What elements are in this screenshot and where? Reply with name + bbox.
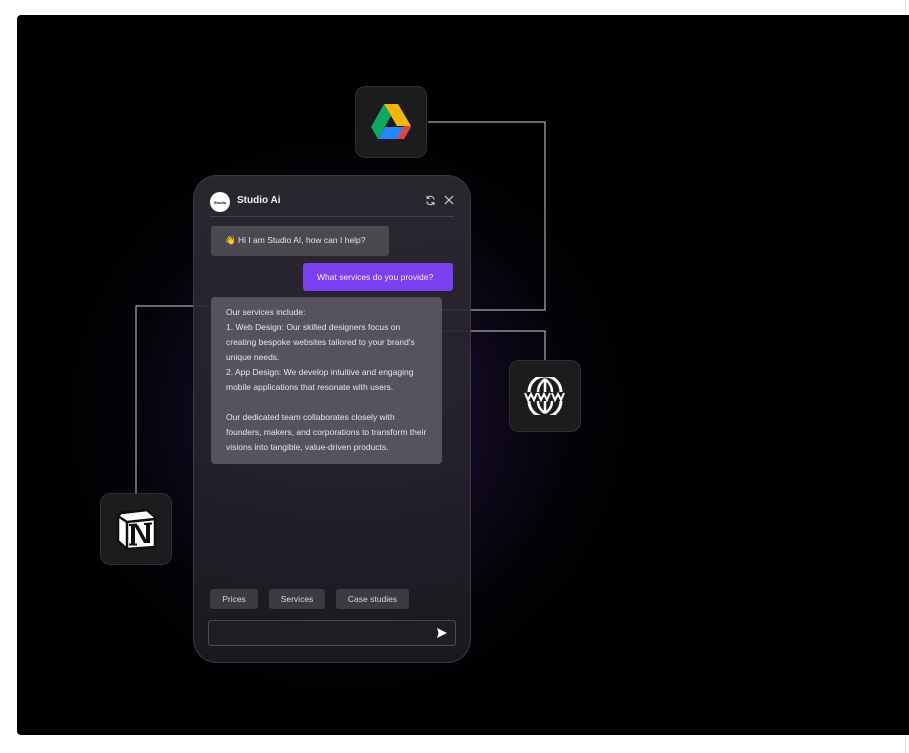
www-globe-icon bbox=[524, 377, 565, 415]
notion-tile[interactable] bbox=[100, 493, 172, 565]
bot-answer-message: Our services include: 1. Web Design: Our… bbox=[211, 297, 442, 464]
send-icon bbox=[437, 628, 447, 638]
google-drive-icon bbox=[371, 104, 411, 139]
bot-greeting-message: 👋 Hi I am Studio AI, how can I help? bbox=[211, 226, 389, 256]
refresh-button[interactable] bbox=[422, 192, 438, 208]
chat-header: Studio Studio Ai bbox=[210, 190, 454, 217]
quick-reply-prices[interactable]: Prices bbox=[210, 589, 258, 609]
message-input[interactable] bbox=[215, 624, 429, 644]
refresh-icon bbox=[425, 195, 435, 205]
message-composer bbox=[208, 620, 456, 646]
website-tile[interactable] bbox=[509, 360, 581, 432]
user-message: What services do you provide? bbox=[303, 263, 453, 291]
google-drive-tile[interactable] bbox=[355, 86, 427, 158]
quick-reply-case-studies[interactable]: Case studies bbox=[336, 589, 409, 609]
close-button[interactable] bbox=[441, 192, 457, 208]
close-icon bbox=[444, 195, 454, 205]
quick-reply-services[interactable]: Services bbox=[269, 589, 325, 609]
notion-icon bbox=[116, 508, 157, 551]
hero-canvas: Studio Studio Ai 👋 Hi I am Studio AI, ho… bbox=[17, 15, 909, 735]
chat-widget: Studio Studio Ai 👋 Hi I am Studio AI, ho… bbox=[193, 175, 471, 663]
chat-title: Studio Ai bbox=[237, 195, 281, 206]
avatar: Studio bbox=[210, 192, 230, 212]
send-button[interactable] bbox=[435, 626, 449, 640]
